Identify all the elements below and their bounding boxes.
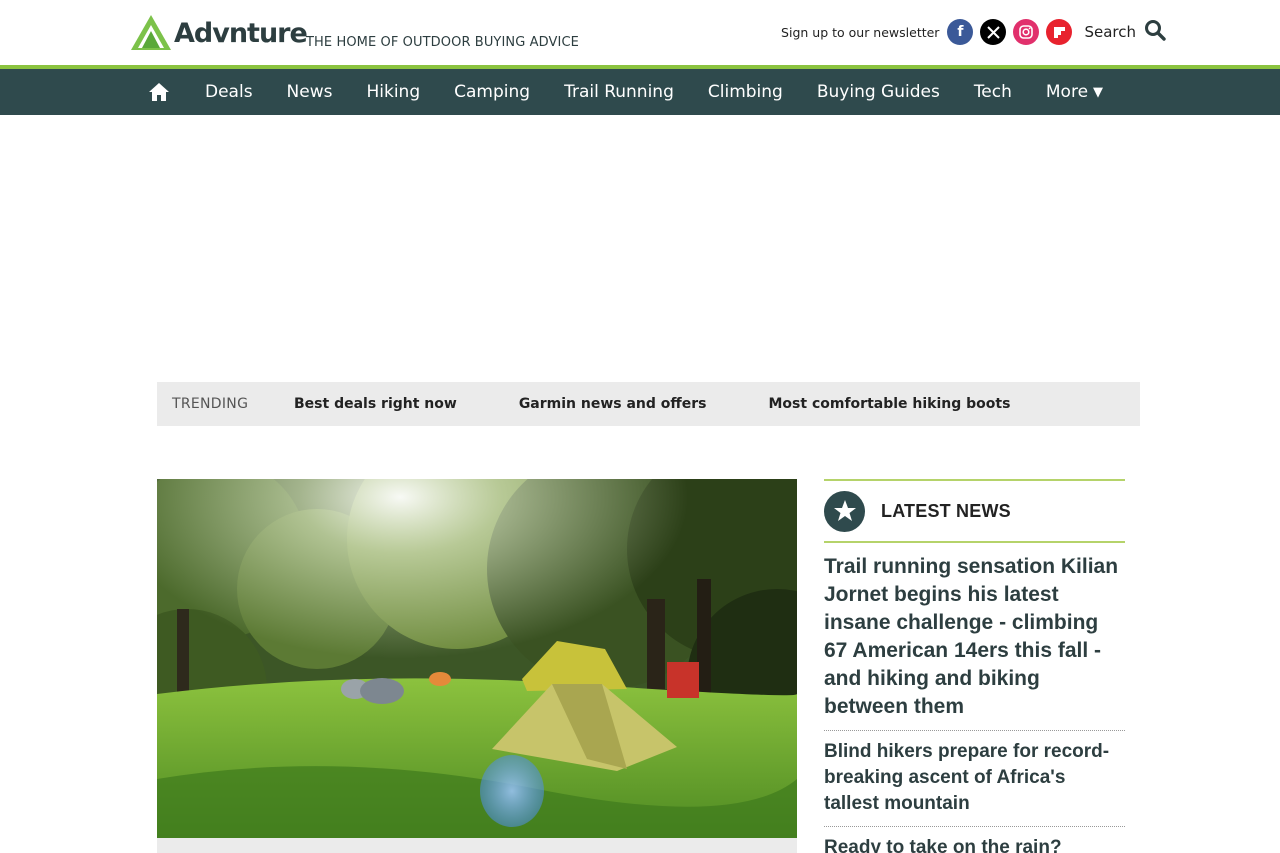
x-icon[interactable] <box>980 19 1007 45</box>
main-navigation: Deals News Hiking Camping Trail Running … <box>0 65 1280 115</box>
caret-down-icon: ▼ <box>1093 84 1104 100</box>
search-icon[interactable] <box>1144 19 1166 45</box>
logo-wordmark: Advnture <box>174 18 308 49</box>
trending-link[interactable]: Most comfortable hiking boots <box>769 396 1011 412</box>
star-icon <box>824 490 865 532</box>
search-button-label[interactable]: Search <box>1084 23 1136 41</box>
nav-item-camping[interactable]: Camping <box>454 82 530 102</box>
news-headline-link[interactable]: Trail running sensation Kilian Jornet be… <box>824 543 1125 731</box>
instagram-icon[interactable] <box>1013 19 1040 45</box>
site-header: Advnture THE HOME OF OUTDOOR BUYING ADVI… <box>0 0 1280 66</box>
latest-news-widget: LATEST NEWS Trail running sensation Kili… <box>824 479 1125 853</box>
nav-more-label: More <box>1045 82 1089 102</box>
latest-news-header: LATEST NEWS <box>824 479 1125 543</box>
nav-item-news[interactable]: News <box>287 82 333 102</box>
latest-news-title: LATEST NEWS <box>881 500 1011 521</box>
nav-item-trail-running[interactable]: Trail Running <box>564 82 674 102</box>
site-logo[interactable]: Advnture <box>131 15 308 50</box>
nav-item-buying-guides[interactable]: Buying Guides <box>817 82 940 102</box>
hero-caption-bar <box>157 838 797 853</box>
trending-link[interactable]: Best deals right now <box>294 396 457 412</box>
logo-mountain-icon <box>131 15 171 50</box>
flipboard-icon[interactable] <box>1046 19 1073 45</box>
header-actions: Sign up to our newsletter f Search <box>781 18 1166 46</box>
nav-item-deals[interactable]: Deals <box>205 82 253 102</box>
nav-item-tech[interactable]: Tech <box>974 82 1012 102</box>
news-headline-link[interactable]: Ready to take on the rain? <box>824 827 1125 853</box>
trending-link[interactable]: Garmin news and offers <box>519 396 707 412</box>
home-icon[interactable] <box>147 80 171 104</box>
news-headline-link[interactable]: Blind hikers prepare for record-breaking… <box>824 731 1125 827</box>
nav-item-hiking[interactable]: Hiking <box>366 82 420 102</box>
newsletter-link[interactable]: Sign up to our newsletter <box>781 25 939 40</box>
trending-label: TRENDING <box>172 396 249 412</box>
site-tagline: THE HOME OF OUTDOOR BUYING ADVICE <box>306 35 579 50</box>
facebook-icon[interactable]: f <box>947 19 974 45</box>
nav-more-menu[interactable]: More ▼ <box>1046 82 1103 102</box>
hero-image[interactable] <box>157 479 797 838</box>
trending-bar: TRENDING Best deals right now Garmin new… <box>157 382 1140 426</box>
nav-item-climbing[interactable]: Climbing <box>708 82 783 102</box>
